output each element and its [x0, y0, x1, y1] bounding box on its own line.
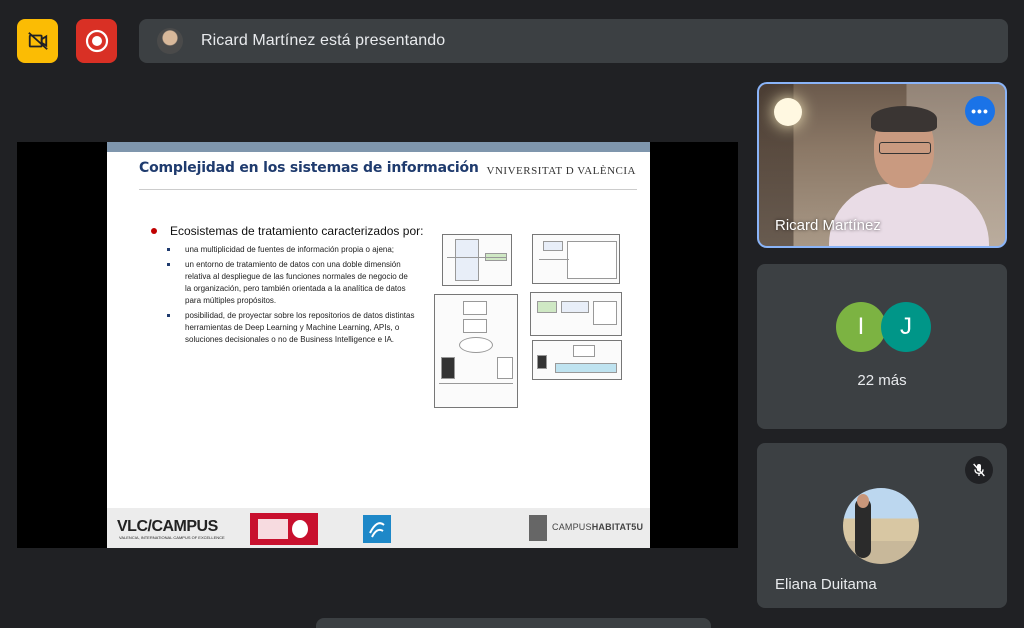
slide-topbar	[107, 142, 650, 152]
slide-bullets: una multiplicidad de fuentes de informac…	[165, 244, 415, 349]
presenter-avatar	[157, 28, 183, 54]
campus-habitat-icon	[529, 515, 547, 541]
presenter-glasses	[879, 142, 931, 154]
more-participants-count: 22 más	[857, 372, 907, 389]
slide-bullet: posibilidad, de proyectar sobre los repo…	[165, 310, 415, 346]
participant-name: Eliana Duitama	[775, 576, 877, 593]
blue-logo-icon	[363, 515, 391, 543]
no-capture-button[interactable]	[17, 19, 58, 63]
videocam-off-icon	[27, 32, 48, 50]
campus-habitat-logo: CAMPUSHABITAT5U	[552, 522, 644, 532]
vlc-campus-subtitle: VALENCIA, INTERNATIONAL CAMPUS OF EXCELL…	[119, 535, 225, 540]
bullet-icon	[151, 228, 157, 234]
diagram-figure	[442, 234, 512, 286]
slide-divider	[139, 189, 637, 190]
presenting-text: Ricard Martínez está presentando	[201, 32, 446, 49]
presentation-slide: Complejidad en los sistemas de informaci…	[107, 142, 650, 548]
bottom-controls-bar[interactable]	[316, 618, 711, 628]
slide-bullet: una multiplicidad de fuentes de informac…	[165, 244, 415, 256]
slide-bullet: un entorno de tratamiento de datos con u…	[165, 259, 415, 307]
avatar: I	[836, 302, 886, 352]
diagram-figure	[532, 234, 620, 284]
more-options-icon[interactable]: •••	[965, 96, 995, 126]
avatar: J	[881, 302, 931, 352]
presenter-hair	[871, 106, 937, 132]
slide-title: Complejidad en los sistemas de informaci…	[139, 160, 479, 176]
avatar	[843, 488, 919, 564]
university-logo: VNIVERSITAT D VALÈNCIA	[486, 165, 636, 177]
diagram-figure	[434, 294, 518, 408]
recording-button[interactable]	[76, 19, 117, 63]
institute-logo	[250, 513, 318, 545]
presenting-banner: Ricard Martínez está presentando	[139, 19, 1008, 63]
lamp-light	[774, 98, 802, 126]
diagram-figure	[532, 340, 622, 380]
presenter-name: Ricard Martínez	[775, 217, 881, 234]
vlc-campus-logo: VLC/CAMPUS	[117, 518, 218, 535]
record-icon	[85, 29, 108, 53]
diagram-figure	[530, 292, 622, 336]
participants-group-tile[interactable]: I J 22 más	[757, 264, 1007, 429]
presenter-tile[interactable]: ••• Ricard Martínez	[757, 82, 1007, 248]
slide-heading: Ecosistemas de tratamiento caracterizado…	[170, 224, 424, 238]
mic-off-icon	[965, 456, 993, 484]
participant-tile[interactable]: Eliana Duitama	[757, 443, 1007, 608]
